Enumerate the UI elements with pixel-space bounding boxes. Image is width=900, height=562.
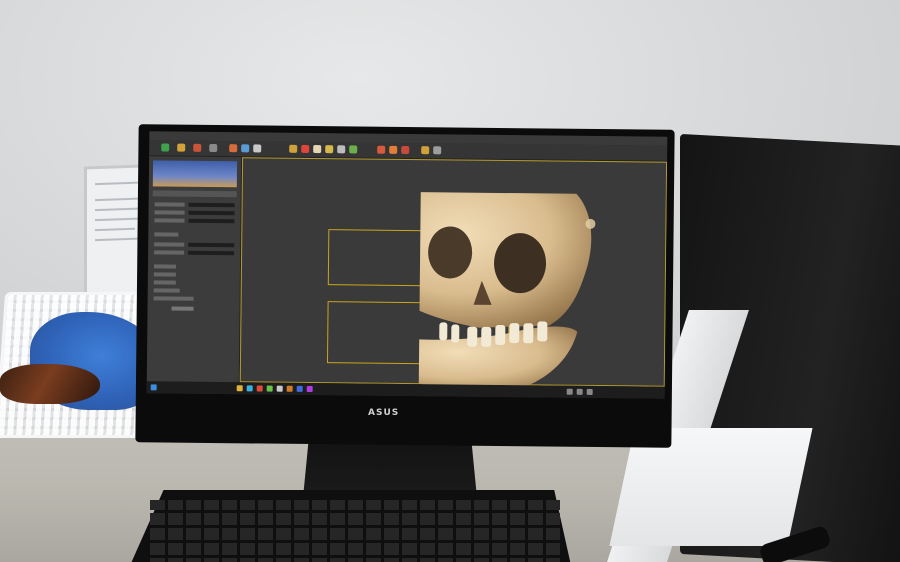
- tool-icon[interactable]: [193, 143, 202, 152]
- panel-checkbox[interactable]: [153, 296, 194, 301]
- panel-label: [154, 242, 185, 247]
- taskbar-app-icon[interactable]: [236, 385, 243, 392]
- windows-start-icon[interactable]: [150, 384, 157, 391]
- panel-slider[interactable]: [188, 242, 235, 248]
- monitor-brand-logo: ASUS: [368, 408, 400, 418]
- certificate-line: [95, 227, 135, 232]
- keyboard-keys: [150, 500, 560, 562]
- panel-checkbox[interactable]: [153, 264, 176, 269]
- tool-icon[interactable]: [209, 143, 218, 153]
- panel-slider[interactable]: [188, 210, 235, 216]
- panel-section-header[interactable]: [152, 190, 237, 198]
- panel-slider[interactable]: [188, 218, 235, 224]
- system-tray-icon[interactable]: [576, 388, 583, 395]
- panel-button[interactable]: [171, 306, 194, 311]
- system-tray-icon[interactable]: [566, 388, 573, 395]
- tool-icon[interactable]: [289, 144, 298, 153]
- 3d-viewport[interactable]: [239, 157, 668, 394]
- tool-icon[interactable]: [389, 145, 398, 154]
- tool-icon[interactable]: [177, 143, 186, 152]
- histogram: [152, 160, 238, 188]
- panel-label: [154, 218, 185, 223]
- tool-icon[interactable]: [377, 145, 386, 154]
- tool-icon[interactable]: [161, 143, 170, 152]
- panel-checkbox[interactable]: [153, 288, 180, 293]
- tool-icon[interactable]: [337, 145, 346, 154]
- tool-icon[interactable]: [301, 144, 310, 153]
- panel-label: [154, 210, 185, 215]
- panel-checkbox[interactable]: [153, 272, 176, 277]
- skull-3d-render: [418, 192, 596, 394]
- tool-icon[interactable]: [325, 145, 334, 154]
- taskbar-app-icon[interactable]: [306, 385, 313, 393]
- tool-icon[interactable]: [241, 144, 250, 153]
- tool-icon[interactable]: [349, 145, 358, 154]
- panel-label: [154, 202, 185, 207]
- tool-icon[interactable]: [253, 144, 262, 153]
- tool-icon[interactable]: [421, 146, 430, 155]
- tool-icon[interactable]: [313, 145, 322, 154]
- left-panel: [146, 156, 243, 383]
- taskbar-app-icon[interactable]: [266, 385, 273, 392]
- panel-slider[interactable]: [188, 202, 235, 208]
- taskbar-app-icon[interactable]: [286, 385, 293, 392]
- panel-slider[interactable]: [188, 250, 235, 256]
- panel-checkbox[interactable]: [153, 280, 176, 285]
- panel-label: [154, 232, 179, 237]
- taskbar-app-icon[interactable]: [246, 385, 253, 392]
- tool-icon[interactable]: [401, 145, 410, 155]
- tool-icon[interactable]: [229, 144, 238, 153]
- brown-dental-tool: [0, 364, 100, 404]
- system-tray-icon[interactable]: [586, 388, 593, 395]
- photo-scene: ASUS File Visualization View Tools Windo…: [0, 0, 900, 562]
- taskbar-app-icon[interactable]: [256, 385, 263, 392]
- taskbar-app-icon[interactable]: [276, 385, 283, 392]
- panel-label: [154, 250, 185, 255]
- taskbar-app-icon[interactable]: [296, 385, 303, 392]
- monitor-screen: File Visualization View Tools Window Set…: [146, 131, 668, 399]
- tool-icon[interactable]: [433, 146, 442, 155]
